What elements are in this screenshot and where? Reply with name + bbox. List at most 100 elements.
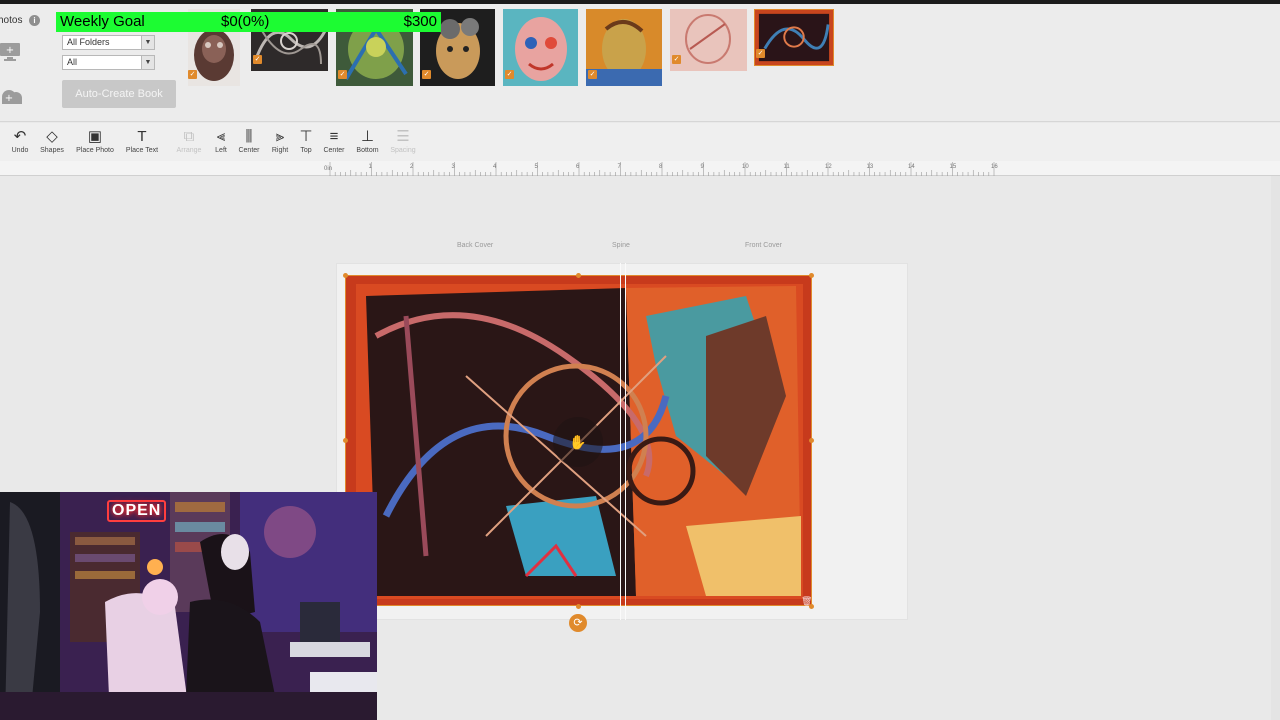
text-frame-icon: T: [137, 128, 147, 145]
folder-filter-value: All Folders: [67, 37, 110, 47]
shapes-icon: ◇: [46, 128, 58, 145]
align-left-label: Left: [215, 147, 227, 154]
svg-text:+: +: [6, 45, 14, 56]
horizontal-ruler: 0in 1 2 3 4 5 6 7 8 9 10 11 12 13 14 15 16: [0, 161, 1280, 176]
webcam-overlay: OPEN: [0, 492, 377, 720]
auto-create-book-button[interactable]: Auto-Create Book: [62, 80, 176, 108]
computer-upload-icon[interactable]: +: [0, 40, 24, 64]
info-icon[interactable]: i: [29, 15, 40, 26]
align-right-icon: ⫸: [275, 128, 285, 145]
ruler-origin-label: 0in: [324, 166, 332, 172]
checkmark-icon[interactable]: ✓: [188, 70, 197, 79]
ruler-tick-label: 3: [452, 164, 456, 170]
spine-guide-right: [625, 263, 626, 620]
folder-filter-select[interactable]: All Folders ▼: [62, 35, 155, 50]
trash-icon[interactable]: 🗑: [801, 596, 812, 607]
align-top-button[interactable]: ⊤ Top: [298, 127, 314, 154]
place-photo-button[interactable]: ▣ Place Photo: [74, 127, 116, 154]
checkmark-icon[interactable]: ✓: [422, 70, 431, 79]
ruler-tick-label: 16: [991, 164, 998, 170]
ruler-tick-label: 8: [659, 164, 663, 170]
place-photo-label: Place Photo: [76, 147, 114, 154]
photo-thumbnail[interactable]: [503, 9, 578, 86]
move-hand-icon[interactable]: ✋: [553, 417, 603, 467]
ruler-tick-label: 6: [576, 164, 580, 170]
ruler-tick-label: 15: [950, 164, 957, 170]
photo-thumbnail[interactable]: [586, 9, 662, 86]
undo-button[interactable]: ↶ Undo: [9, 127, 31, 154]
chevron-down-icon: ▼: [141, 56, 154, 69]
resize-handle[interactable]: [343, 438, 348, 443]
align-right-label: Right: [271, 147, 289, 154]
weekly-goal-label: Weekly Goal: [60, 13, 145, 30]
checkmark-icon[interactable]: ✓: [588, 70, 597, 79]
checkmark-icon[interactable]: ✓: [253, 55, 262, 64]
canvas-scrollbar[interactable]: [1271, 176, 1280, 720]
ruler-tick-label: 12: [825, 164, 832, 170]
shapes-label: Shapes: [40, 147, 64, 154]
cloud-upload-icon[interactable]: +: [0, 84, 24, 108]
align-left-icon: ⫷: [216, 128, 226, 145]
open-neon-sign: OPEN: [107, 500, 167, 522]
ruler-tick-label: 13: [867, 164, 874, 170]
align-middle-button[interactable]: ≡ Center: [321, 127, 347, 154]
arrange-label: Arrange: [176, 147, 202, 154]
ruler-tick-label: 14: [908, 164, 915, 170]
editor-toolbar: ↶ Undo ◇ Shapes ▣ Place Photo T Place Te…: [0, 123, 1280, 163]
resize-handle[interactable]: [809, 438, 814, 443]
svg-text:+: +: [5, 93, 13, 104]
ruler-ticks: 0in 1 2 3 4 5 6 7 8 9 10 11 12 13 14 15 16: [324, 162, 998, 176]
weekly-goal-current: $0(0%): [221, 13, 270, 30]
checkmark-icon[interactable]: ✓: [756, 49, 765, 58]
weekly-goal-target: $300: [403, 13, 437, 30]
align-center-button[interactable]: ⫼ Center: [236, 127, 262, 154]
place-text-button[interactable]: T Place Text: [123, 127, 161, 154]
align-bottom-button[interactable]: ⊥ Bottom: [354, 127, 381, 154]
photo-frame-icon: ▣: [87, 128, 103, 145]
spine-guide-left: [620, 263, 621, 620]
checkmark-icon[interactable]: ✓: [505, 70, 514, 79]
spine-label: Spine: [612, 242, 630, 249]
type-filter-select[interactable]: All ▼: [62, 55, 155, 70]
type-filter-value: All: [67, 57, 78, 67]
arrange-button[interactable]: ⧉ Arrange: [174, 127, 204, 154]
align-bottom-icon: ⊥: [360, 128, 375, 145]
align-top-label: Top: [300, 147, 312, 154]
front-cover-label: Front Cover: [745, 242, 782, 249]
weekly-goal-overlay: Weekly Goal $0(0%) $300: [56, 12, 441, 32]
ruler-tick-label: 11: [784, 164, 791, 170]
align-right-button[interactable]: ⫸ Right: [270, 127, 290, 154]
align-middle-label: Center: [323, 147, 345, 154]
undo-label: Undo: [11, 147, 29, 154]
align-bottom-label: Bottom: [356, 147, 379, 154]
ruler-tick-label: 9: [701, 164, 705, 170]
ruler-tick-label: 1: [369, 164, 373, 170]
place-text-label: Place Text: [125, 147, 159, 154]
align-center-icon: ⫼: [245, 128, 253, 145]
chevron-down-icon: ▼: [141, 36, 154, 49]
rotate-icon[interactable]: ⟳: [569, 614, 587, 632]
spacing-icon: ☰: [396, 128, 410, 145]
checkmark-icon[interactable]: ✓: [672, 55, 681, 64]
align-left-button[interactable]: ⫷ Left: [212, 127, 230, 154]
arrange-icon: ⧉: [183, 128, 195, 145]
shapes-button[interactable]: ◇ Shapes: [38, 127, 66, 154]
webcam-scene: [0, 492, 377, 720]
resize-handle[interactable]: [343, 273, 348, 278]
photo-thumbnail[interactable]: [670, 9, 747, 71]
ruler-tick-label: 4: [493, 164, 497, 170]
photos-panel: hotos i + + All Folders ▼ All ▼ Auto-Cre…: [0, 4, 1280, 122]
align-center-label: Center: [238, 147, 260, 154]
ruler-tick-label: 5: [535, 164, 539, 170]
checkmark-icon[interactable]: ✓: [338, 70, 347, 79]
undo-icon: ↶: [13, 128, 27, 145]
photos-panel-title: hotos: [0, 15, 23, 26]
resize-handle[interactable]: [576, 604, 581, 609]
resize-handle[interactable]: [576, 273, 581, 278]
resize-handle[interactable]: [809, 273, 814, 278]
photo-thumbnail-selected[interactable]: [754, 9, 834, 66]
spacing-button[interactable]: ☰ Spacing: [388, 127, 418, 154]
align-middle-icon: ≡: [329, 128, 339, 145]
ruler-tick-label: 10: [742, 164, 749, 170]
ruler-tick-label: 2: [410, 164, 414, 170]
